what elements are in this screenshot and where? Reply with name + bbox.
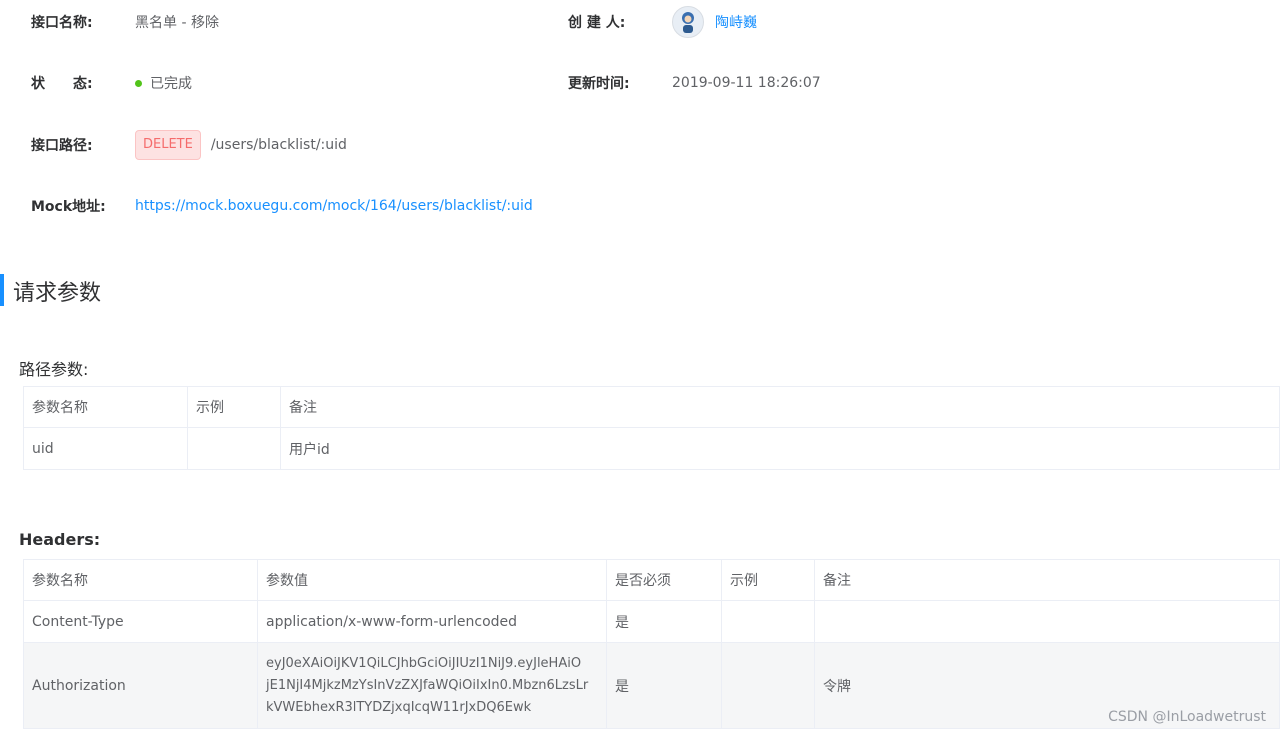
value-line: jE1NjI4MjkzMzYsInVzZXJfaWQiOiIxIn0.Mbzn6… — [266, 677, 589, 693]
table-row: Authorization eyJ0eXAiOiJKV1QiLCJhbGciOi… — [23, 642, 1280, 729]
col-header: 参数名称 — [23, 386, 188, 428]
headers-table: 参数名称 参数值 是否必须 示例 备注 Content-Type applica… — [23, 559, 1280, 729]
creator-row: 创 建 人: 陶峙巍 — [568, 6, 757, 38]
header-name-cell: Authorization — [23, 642, 258, 729]
table-row: Content-Type application/x-www-form-urle… — [23, 600, 1280, 643]
header-value-cell: application/x-www-form-urlencoded — [257, 600, 607, 643]
header-note-cell — [814, 600, 1280, 643]
value-line: eyJ0eXAiOiJKV1QiLCJhbGciOiJIUzI1NiJ9.eyJ… — [266, 655, 582, 671]
col-header: 示例 — [721, 559, 815, 601]
avatar[interactable] — [672, 6, 704, 38]
col-header: 示例 — [187, 386, 281, 428]
header-required-cell: 是 — [606, 642, 722, 729]
headers-title: Headers: — [19, 530, 101, 549]
value-line: kVWEbhexR3lTYDZjxqIcqW11rJxDQ6Ewk — [266, 699, 532, 715]
param-name-cell: uid — [23, 427, 188, 470]
col-header: 是否必须 — [606, 559, 722, 601]
watermark: CSDN @InLoadwetrust — [1108, 709, 1266, 725]
interface-name-value: 黑名单 - 移除 — [135, 15, 219, 31]
param-note-cell: 用户id — [280, 427, 1280, 470]
mock-url-link[interactable]: https://mock.boxuegu.com/mock/164/users/… — [135, 198, 533, 214]
header-value-cell: eyJ0eXAiOiJKV1QiLCJhbGciOiJIUzI1NiJ9.eyJ… — [257, 642, 607, 729]
interface-name-row: 接口名称: 黑名单 - 移除 — [31, 8, 219, 36]
col-header: 参数值 — [257, 559, 607, 601]
status-row: 状 态: 已完成 — [31, 69, 192, 97]
interface-name-label: 接口名称: — [31, 15, 93, 31]
param-example-cell — [187, 427, 281, 470]
section-title: 请求参数 — [13, 281, 102, 306]
path-value: /users/blacklist/:uid — [210, 137, 347, 153]
table-header-row: 参数名称 示例 备注 — [23, 386, 1280, 428]
col-header: 参数名称 — [23, 559, 258, 601]
updated-row: 更新时间: 2019-09-11 18:26:07 — [568, 69, 821, 97]
mock-label: Mock地址: — [31, 199, 106, 215]
status-value: 已完成 — [150, 76, 192, 92]
creator-label: 创 建 人: — [568, 15, 626, 31]
header-required-cell: 是 — [606, 600, 722, 643]
creator-name-link[interactable]: 陶峙巍 — [715, 12, 757, 32]
section-accent-bar — [0, 274, 4, 306]
status-label: 状 态: — [31, 76, 93, 92]
path-label: 接口路径: — [31, 138, 93, 154]
path-params-title: 路径参数: — [19, 360, 89, 379]
table-header-row: 参数名称 参数值 是否必须 示例 备注 — [23, 559, 1280, 601]
mock-row: Mock地址: https://mock.boxuegu.com/mock/16… — [31, 192, 533, 220]
method-tag: DELETE — [135, 130, 201, 160]
updated-value: 2019-09-11 18:26:07 — [672, 75, 821, 91]
col-header: 备注 — [280, 386, 1280, 428]
header-example-cell — [721, 600, 815, 643]
header-example-cell — [721, 642, 815, 729]
updated-label: 更新时间: — [568, 76, 630, 92]
path-row: 接口路径: DELETE /users/blacklist/:uid — [31, 130, 347, 160]
col-header: 备注 — [814, 559, 1280, 601]
table-row: uid 用户id — [23, 427, 1280, 470]
path-params-table: 参数名称 示例 备注 uid 用户id — [23, 386, 1280, 470]
user-avatar-icon — [682, 12, 694, 33]
header-name-cell: Content-Type — [23, 600, 258, 643]
status-dot-icon — [135, 79, 142, 87]
